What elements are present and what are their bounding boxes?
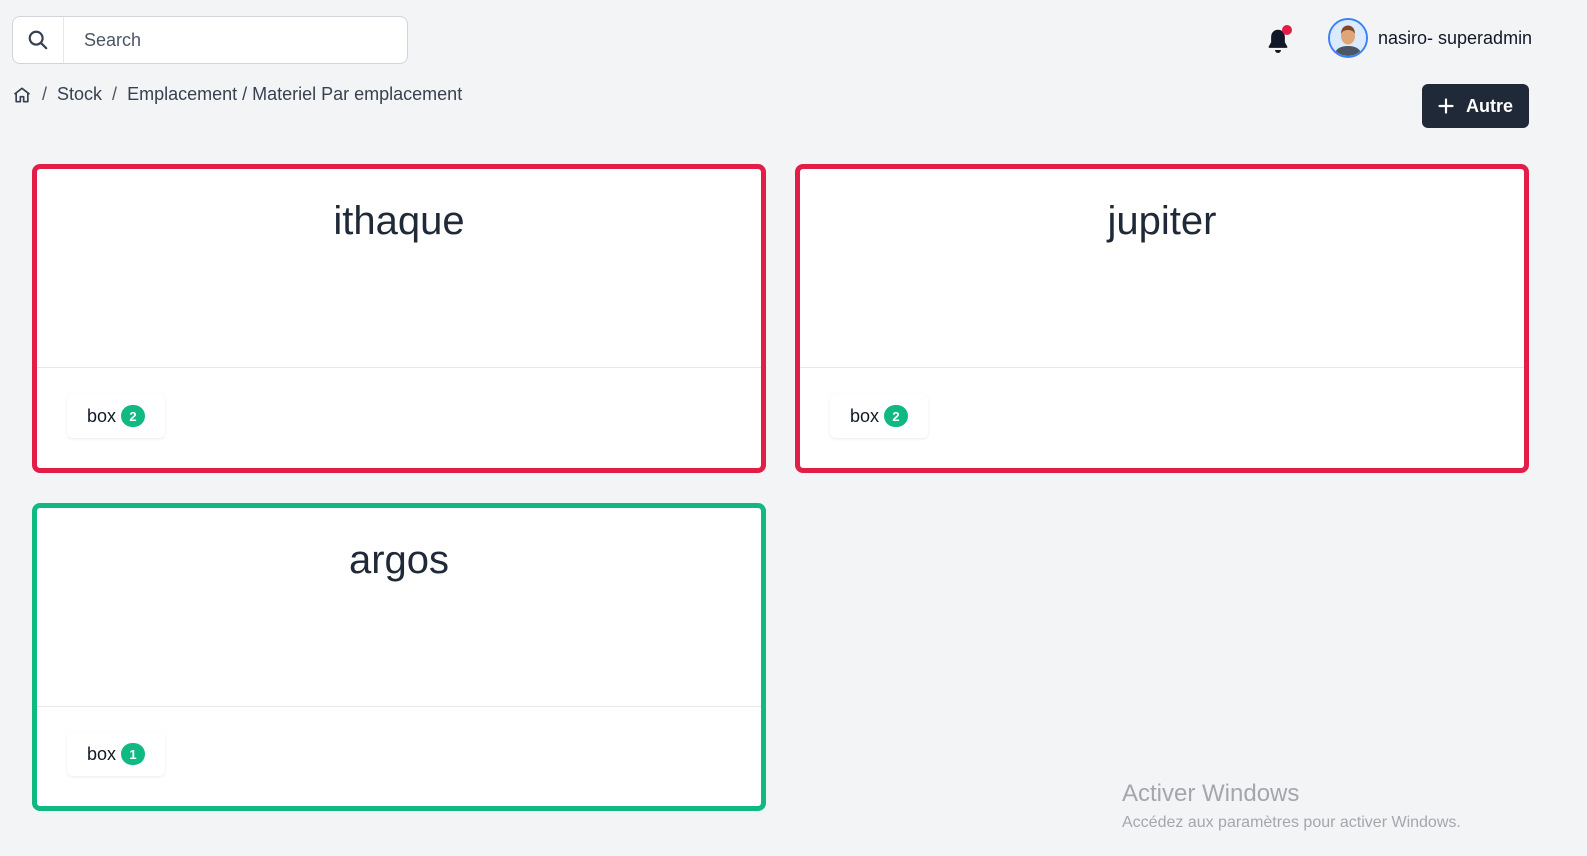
material-chip[interactable]: box 1 [67,732,166,776]
card-divider [37,367,761,368]
user-name: nasiro- superadmin [1378,27,1533,48]
location-card-argos[interactable]: argos box 1 [32,503,766,811]
watermark-title: Activer Windows [1122,780,1300,807]
search-icon [28,30,48,50]
location-card-ithaque[interactable]: ithaque box 2 [32,164,766,473]
user-avatar-icon [1330,20,1366,56]
breadcrumb-home[interactable] [12,85,32,105]
user-menu[interactable]: nasiro- superadmin [1328,17,1532,59]
breadcrumb: / Stock / Emplacement / Materiel Par emp… [12,84,462,105]
windows-activation-watermark: Activer Windows Accédez aux paramètres p… [1122,780,1461,832]
notifications-button[interactable] [1263,25,1293,56]
avatar [1328,18,1368,58]
material-chip[interactable]: box 2 [830,394,929,438]
add-autre-button[interactable]: Autre [1422,84,1529,128]
chip-label: box [850,405,880,426]
chip-label: box [87,743,117,764]
home-icon [13,87,31,102]
plus-icon [1438,98,1454,114]
notification-dot [1282,25,1292,35]
watermark-subtitle: Accédez aux paramètres pour activer Wind… [1122,814,1461,831]
card-title: ithaque [333,199,465,243]
card-divider [800,367,1524,368]
search-box [12,16,408,64]
breadcrumb-stock[interactable]: Stock [57,84,102,105]
count-badge: 2 [121,405,146,427]
breadcrumb-separator: / [112,84,118,104]
location-card-jupiter[interactable]: jupiter box 2 [795,164,1529,473]
add-autre-label: Autre [1465,95,1513,116]
card-title: argos [348,538,450,582]
breadcrumb-current: Emplacement / Materiel Par emplacement [127,84,463,104]
count-badge: 1 [121,743,146,765]
search-button[interactable] [13,17,64,63]
count-badge: 2 [884,405,909,427]
card-divider [37,706,761,707]
breadcrumb-separator: / [42,84,48,104]
search-input[interactable] [64,17,407,63]
chip-label: box [87,405,117,426]
card-title: jupiter [1107,199,1217,243]
material-chip[interactable]: box 2 [67,394,166,438]
